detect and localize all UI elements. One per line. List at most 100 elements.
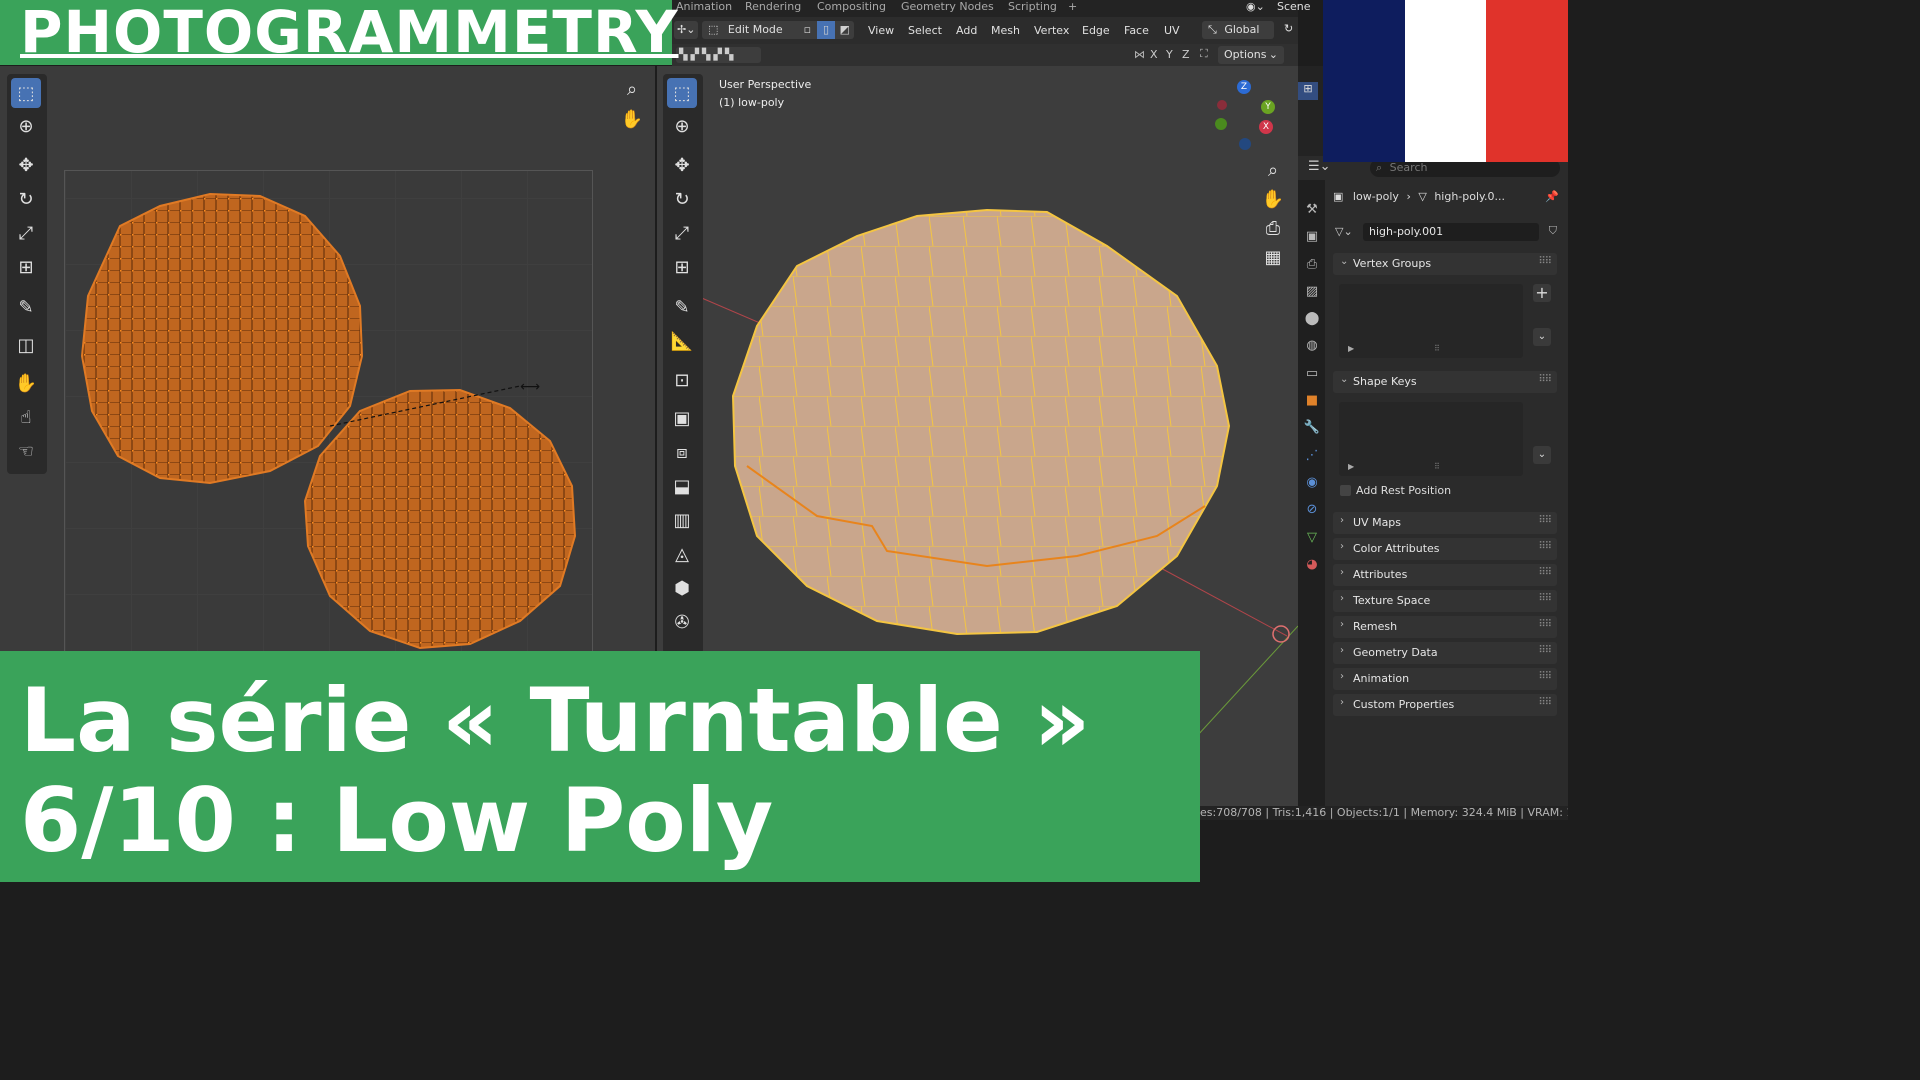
object-tab-icon[interactable]: ■ <box>1303 387 1321 414</box>
zoom-icon[interactable]: ⌕ <box>617 74 647 104</box>
material-tab-icon[interactable]: ◕ <box>1303 551 1321 578</box>
drag-handle-icon[interactable]: ⠿⠿ <box>1538 567 1552 578</box>
output-tab-icon[interactable]: ⎙ <box>1303 251 1321 278</box>
panel-shape-keys[interactable]: ⌄ Shape Keys ⠿⠿ <box>1333 371 1557 393</box>
transform-tool-icon[interactable]: ⊞ <box>11 252 41 282</box>
breadcrumb-mesh[interactable]: high-poly.0... <box>1434 190 1505 203</box>
pan-hand-icon[interactable]: ✋ <box>617 104 647 134</box>
panel-attributes[interactable]: › Attributes ⠿⠿ <box>1333 564 1557 586</box>
pin-icon[interactable]: 📌 <box>1545 190 1559 203</box>
face-select-icon[interactable]: ◩ <box>835 21 854 39</box>
add-vertex-group-button[interactable]: + <box>1533 284 1551 302</box>
resize-grip-icon[interactable]: ⠿ <box>1434 462 1440 471</box>
resize-grip-icon[interactable]: ⠿ <box>1434 344 1440 353</box>
shape-keys-list[interactable] <box>1339 402 1523 476</box>
zoom-icon[interactable]: ⌕ <box>1258 155 1288 185</box>
spin-tool-icon[interactable]: ✇ <box>667 607 697 637</box>
mesh-data-tab-icon[interactable]: ▽ <box>1303 524 1321 551</box>
drag-handle-icon[interactable]: ⠿⠿ <box>1538 541 1552 552</box>
tab-geometry-nodes[interactable]: Geometry Nodes <box>901 0 994 13</box>
rotate-tool-icon[interactable]: ↻ <box>667 184 697 214</box>
gizmo-y-axis[interactable]: Y <box>1261 100 1275 114</box>
tab-compositing[interactable]: Compositing <box>817 0 886 13</box>
extrude-tool-icon[interactable]: ▣ <box>667 403 697 433</box>
gizmo-neg-y[interactable] <box>1215 118 1227 130</box>
pan-hand-icon[interactable]: ✋ <box>1258 184 1288 214</box>
panel-animation[interactable]: › Animation ⠿⠿ <box>1333 668 1557 690</box>
menu-mesh[interactable]: Mesh <box>991 24 1020 37</box>
tool-tab-icon[interactable]: ⚒ <box>1303 196 1321 223</box>
gizmo-neg-x[interactable] <box>1217 100 1227 110</box>
menu-face[interactable]: Face <box>1124 24 1149 37</box>
rip-tool-icon[interactable]: ◫ <box>11 330 41 360</box>
expand-icon[interactable]: ▶ <box>1348 344 1354 353</box>
particles-tab-icon[interactable]: ⋰ <box>1303 442 1321 469</box>
physics-tab-icon[interactable]: ◉ <box>1303 469 1321 496</box>
edge-select-icon[interactable]: ▯ <box>816 21 836 39</box>
panel-vertex-groups[interactable]: ⌄ Vertex Groups ⠿⠿ <box>1333 253 1557 275</box>
mesh-browse-icon[interactable]: ▽⌄ <box>1335 225 1353 238</box>
navigation-gizmo[interactable]: Z Y X <box>1213 80 1283 154</box>
tab-animation[interactable]: Animation <box>676 0 732 13</box>
gizmo-x-axis[interactable]: X <box>1259 120 1273 134</box>
rotate-tool-icon[interactable]: ↻ <box>11 184 41 214</box>
pinch-tool-icon[interactable]: ☜ <box>11 436 41 466</box>
chevron-down-icon[interactable]: ⌄ <box>1533 328 1551 346</box>
vertex-select-icon[interactable]: ▫ <box>798 21 817 39</box>
move-tool-icon[interactable]: ✥ <box>11 150 41 180</box>
menu-view[interactable]: View <box>868 24 894 37</box>
topology-mirror-icon[interactable]: ⛶ <box>1200 47 1208 61</box>
mesh-name-field[interactable]: high-poly.001 <box>1363 223 1539 241</box>
menu-add[interactable]: Add <box>956 24 977 37</box>
cursor-tool-icon[interactable]: ⊕ <box>667 111 697 141</box>
axis-x-toggle[interactable]: X <box>1150 48 1158 61</box>
panel-custom-properties[interactable]: › Custom Properties ⠿⠿ <box>1333 694 1557 716</box>
annotate-tool-icon[interactable]: ✎ <box>11 292 41 322</box>
mirror-icon[interactable]: ⋈ <box>1134 48 1145 61</box>
add-rest-position-checkbox[interactable] <box>1340 485 1351 496</box>
drag-handle-icon[interactable]: ⠿⠿ <box>1538 645 1552 656</box>
grid-icon[interactable]: ▦ <box>1258 242 1288 272</box>
properties-tab-icons[interactable]: ⚒ ▣ ⎙ ▨ ⬤ ◍ ▭ ■ 🔧 ⋰ ◉ ⊘ ▽ ◕ <box>1303 196 1321 578</box>
measure-tool-icon[interactable]: 📐 <box>667 326 697 356</box>
scene-label[interactable]: Scene <box>1277 0 1311 13</box>
menu-uv[interactable]: UV <box>1164 24 1180 37</box>
axis-z-toggle[interactable]: Z <box>1182 48 1190 61</box>
knife-tool-icon[interactable]: ◬ <box>667 539 697 569</box>
world-tab-icon[interactable]: ◍ <box>1303 332 1321 359</box>
scene-tab-icon[interactable]: ⬤ <box>1303 305 1321 332</box>
breadcrumb-object[interactable]: low-poly <box>1353 190 1399 203</box>
outliner-item-icon[interactable]: ⊞ <box>1298 82 1318 100</box>
inset-tool-icon[interactable]: ⧈ <box>667 437 697 467</box>
relax-tool-icon[interactable]: ☝ <box>11 402 41 432</box>
transform-tool-icon[interactable]: ⊞ <box>667 252 697 282</box>
pivot-icon[interactable]: ↻ <box>1284 22 1293 35</box>
scale-tool-icon[interactable]: ⤢ <box>667 218 697 248</box>
uv-islands[interactable]: ⟷ <box>0 66 655 656</box>
grab-tool-icon[interactable]: ✋ <box>11 368 41 398</box>
loop-cut-tool-icon[interactable]: ▥ <box>667 505 697 535</box>
view-layer-tab-icon[interactable]: ▨ <box>1303 278 1321 305</box>
constraints-tab-icon[interactable]: ⊘ <box>1303 496 1321 523</box>
menu-vertex[interactable]: Vertex <box>1034 24 1069 37</box>
drag-handle-icon[interactable]: ⠿⠿ <box>1538 374 1552 385</box>
scale-tool-icon[interactable]: ⤢ <box>11 218 41 248</box>
drag-handle-icon[interactable]: ⠿⠿ <box>1538 671 1552 682</box>
options-dropdown[interactable]: Options ⌄ <box>1218 46 1284 64</box>
selection-mode-icons[interactable]: ▚▞▚▞▚ <box>676 47 761 63</box>
tab-scripting[interactable]: Scripting <box>1008 0 1057 13</box>
select-box-tool-icon[interactable]: ⬚ <box>11 78 41 108</box>
drag-handle-icon[interactable]: ⠿⠿ <box>1538 515 1552 526</box>
chevron-down-icon[interactable]: ⌄ <box>1533 446 1551 464</box>
gizmo-neg-z[interactable] <box>1239 138 1251 150</box>
tab-rendering[interactable]: Rendering <box>745 0 801 13</box>
cursor-tool-icon[interactable]: ⊕ <box>11 111 41 141</box>
menu-select[interactable]: Select <box>908 24 942 37</box>
drag-handle-icon[interactable]: ⠿⠿ <box>1538 256 1552 267</box>
panel-uv-maps[interactable]: › UV Maps ⠿⠿ <box>1333 512 1557 534</box>
add-workspace-button[interactable]: + <box>1068 0 1077 13</box>
expand-icon[interactable]: ▶ <box>1348 462 1354 471</box>
drag-handle-icon[interactable]: ⠿⠿ <box>1538 697 1552 708</box>
gizmo-z-axis[interactable]: Z <box>1237 80 1251 94</box>
panel-color-attributes[interactable]: › Color Attributes ⠿⠿ <box>1333 538 1557 560</box>
